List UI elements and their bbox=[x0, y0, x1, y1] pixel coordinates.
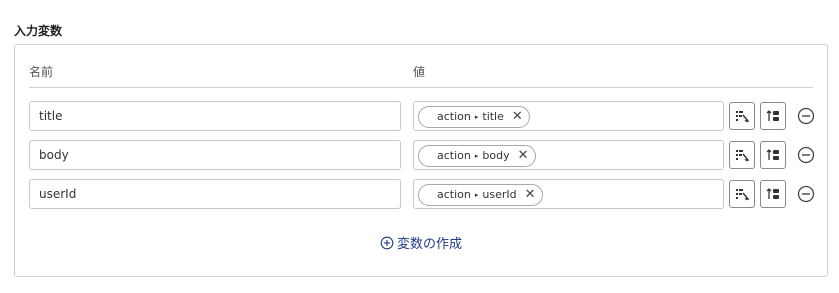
chip-remove-icon[interactable]: ✕ bbox=[525, 185, 536, 205]
variable-row: body action ▸ body ✕ bbox=[15, 140, 829, 170]
chip-field: body bbox=[482, 149, 510, 162]
chip-source: action bbox=[437, 110, 471, 123]
select-variable-button[interactable] bbox=[729, 141, 755, 169]
variable-name-input[interactable]: userId bbox=[29, 179, 401, 209]
minus-circle-icon bbox=[797, 107, 815, 125]
value-chip[interactable]: action ▸ title ✕ bbox=[418, 106, 530, 128]
variable-row: title action ▸ title ✕ bbox=[15, 101, 829, 131]
select-variable-button[interactable] bbox=[729, 180, 755, 208]
sort-icon bbox=[766, 110, 779, 121]
select-variable-icon bbox=[736, 111, 749, 123]
column-header-name: 名前 bbox=[29, 65, 54, 79]
sort-button[interactable] bbox=[760, 141, 786, 169]
remove-row-button[interactable] bbox=[796, 145, 816, 165]
variable-value-field[interactable]: action ▸ body ✕ bbox=[413, 140, 724, 170]
variable-row: userId action ▸ userId ✕ bbox=[15, 179, 829, 209]
variable-name-input[interactable]: title bbox=[29, 101, 401, 131]
create-variable-label: 変数の作成 bbox=[397, 237, 463, 252]
variable-value-field[interactable]: action ▸ userId ✕ bbox=[413, 179, 724, 209]
select-variable-button[interactable] bbox=[729, 102, 755, 130]
variable-name-input[interactable]: body bbox=[29, 140, 401, 170]
sort-icon bbox=[766, 188, 779, 199]
remove-row-button[interactable] bbox=[796, 106, 816, 126]
chip-remove-icon[interactable]: ✕ bbox=[512, 107, 523, 127]
value-chip[interactable]: action ▸ body ✕ bbox=[418, 145, 536, 167]
input-variables-panel: 名前 値 title action ▸ title ✕ body action … bbox=[14, 44, 828, 277]
variable-value-field[interactable]: action ▸ title ✕ bbox=[413, 101, 724, 131]
minus-circle-icon bbox=[797, 185, 815, 203]
sort-button[interactable] bbox=[760, 180, 786, 208]
column-header-value: 値 bbox=[413, 65, 426, 79]
chip-field: userId bbox=[482, 188, 517, 201]
chip-caret-icon: ▸ bbox=[474, 191, 479, 199]
chip-source: action bbox=[437, 149, 471, 162]
chip-remove-icon[interactable]: ✕ bbox=[518, 146, 529, 166]
sort-icon bbox=[766, 149, 779, 160]
value-chip[interactable]: action ▸ userId ✕ bbox=[418, 184, 543, 206]
header-divider bbox=[29, 87, 813, 88]
chip-caret-icon: ▸ bbox=[474, 113, 479, 121]
select-variable-icon bbox=[736, 189, 749, 201]
sort-button[interactable] bbox=[760, 102, 786, 130]
create-variable-button[interactable]: 変数の作成 bbox=[380, 233, 462, 252]
chip-caret-icon: ▸ bbox=[474, 152, 479, 160]
chip-field: title bbox=[482, 110, 504, 123]
select-variable-icon bbox=[736, 150, 749, 162]
chip-source: action bbox=[437, 188, 471, 201]
minus-circle-icon bbox=[797, 146, 815, 164]
plus-circle-icon bbox=[380, 236, 394, 249]
remove-row-button[interactable] bbox=[796, 184, 816, 204]
section-title: 入力変数 bbox=[14, 24, 63, 38]
